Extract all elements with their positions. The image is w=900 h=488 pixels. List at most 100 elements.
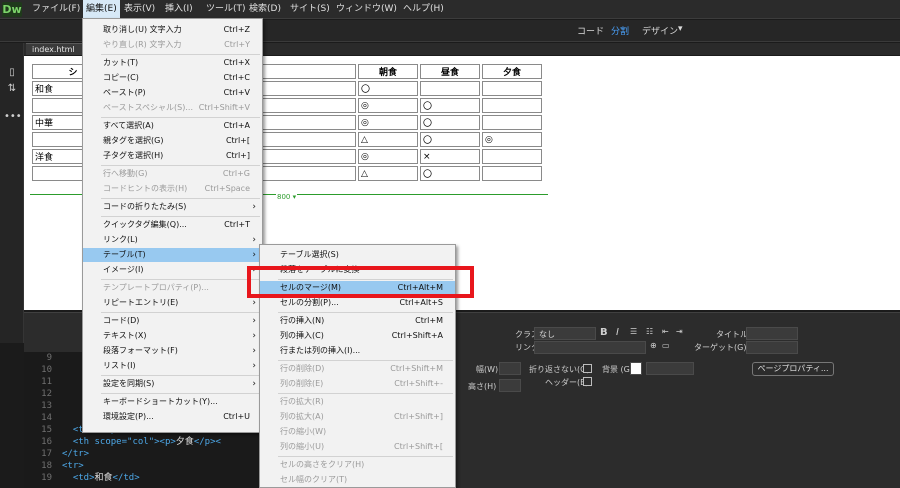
width-field[interactable]: [499, 362, 521, 375]
italic-button[interactable]: I: [616, 327, 619, 338]
height-field[interactable]: [499, 379, 521, 392]
menu-item[interactable]: リピートエントリ(E) ›: [83, 296, 262, 310]
menu-item-label: 行または列の挿入(I)...: [280, 346, 361, 355]
link-field[interactable]: [534, 341, 646, 354]
chevron-right-icon: ›: [252, 298, 256, 308]
menu-item[interactable]: 取り消し(U) 文字入力 Ctrl+Z: [83, 23, 262, 37]
table-cell[interactable]: [420, 81, 480, 96]
table-cell[interactable]: [482, 98, 542, 113]
bold-button[interactable]: B: [600, 327, 608, 338]
background-color-swatch[interactable]: [630, 362, 642, 375]
menu-item-label: クイックタグ編集(Q)...: [103, 220, 187, 229]
menu-file[interactable]: ファイル(F): [29, 0, 83, 19]
menu-item[interactable]: 行の挿入(N) Ctrl+M: [260, 314, 455, 328]
chevron-down-icon[interactable]: ▾: [678, 24, 683, 34]
table-cell[interactable]: 〇: [420, 115, 480, 130]
menu-tools[interactable]: ツール(T): [203, 0, 249, 19]
outdent-icon[interactable]: ⇤: [662, 327, 669, 336]
menu-item: 列の削除(E) Ctrl+Shift+-: [260, 377, 455, 391]
table-cell[interactable]: △: [358, 132, 418, 147]
table-cell[interactable]: ◎: [358, 98, 418, 113]
menu-edit[interactable]: 編集(E): [83, 0, 120, 19]
table-header-cell[interactable]: 昼食: [420, 64, 480, 79]
table-cell[interactable]: [482, 166, 542, 181]
nowrap-checkbox[interactable]: [583, 364, 592, 373]
width-label: 幅(W): [476, 365, 499, 374]
code-view-button[interactable]: コード: [577, 24, 604, 37]
menu-item[interactable]: 親タグを選択(G) Ctrl+[: [83, 134, 262, 148]
file-icon[interactable]: ▯: [4, 67, 20, 78]
table-cell[interactable]: 〇: [420, 132, 480, 147]
chevron-right-icon: ›: [252, 346, 256, 356]
menu-item[interactable]: 列の挿入(C) Ctrl+Shift+A: [260, 329, 455, 343]
menu-item: 行の削除(D) Ctrl+Shift+M: [260, 362, 455, 376]
menu-item[interactable]: コードの折りたたみ(S) ›: [83, 200, 262, 214]
dreamweaver-logo: Dw: [2, 2, 22, 17]
menu-item[interactable]: テキスト(X) ›: [83, 329, 262, 343]
menu-item[interactable]: イメージ(I) ›: [83, 263, 262, 277]
table-cell[interactable]: 〇: [420, 98, 480, 113]
table-cell[interactable]: ×: [420, 149, 480, 164]
menu-window[interactable]: ウィンドウ(W): [333, 0, 400, 19]
split-view-button[interactable]: 分割: [611, 24, 629, 37]
table-cell[interactable]: 〇: [420, 166, 480, 181]
table-cell[interactable]: 〇: [358, 81, 418, 96]
more-icon[interactable]: •••: [4, 111, 22, 122]
table-cell[interactable]: [482, 115, 542, 130]
menu-item-shortcut: Ctrl+Shift+]: [394, 412, 443, 421]
menu-find[interactable]: 検索(D): [246, 0, 284, 19]
menu-item[interactable]: ペースト(P) Ctrl+V: [83, 86, 262, 100]
ordered-list-icon[interactable]: ☷: [646, 327, 653, 336]
class-select[interactable]: なし: [534, 327, 596, 340]
link-target-icon[interactable]: ⊕: [650, 341, 657, 350]
table-cell[interactable]: ◎: [358, 149, 418, 164]
menu-item-label: 列の縮小(U): [280, 442, 325, 451]
menu-item[interactable]: キーボードショートカット(Y)...: [83, 395, 262, 409]
menu-item[interactable]: コピー(C) Ctrl+C: [83, 71, 262, 85]
menu-site[interactable]: サイト(S): [287, 0, 333, 19]
menu-item[interactable]: セルの分割(P)... Ctrl+Alt+S: [260, 296, 455, 310]
menu-item[interactable]: 設定を同期(S) ›: [83, 377, 262, 391]
menu-separator: [278, 456, 453, 457]
table-cell[interactable]: △: [358, 166, 418, 181]
title-field[interactable]: [746, 327, 798, 340]
table-cell[interactable]: ◎: [358, 115, 418, 130]
menu-item[interactable]: すべて選択(A) Ctrl+A: [83, 119, 262, 133]
menu-item[interactable]: 環境設定(P)... Ctrl+U: [83, 410, 262, 424]
menu-item[interactable]: 子タグを選択(H) Ctrl+]: [83, 149, 262, 163]
menu-item[interactable]: コード(D) ›: [83, 314, 262, 328]
height-label: 高さ(H): [468, 382, 497, 391]
table-header-cell[interactable]: 夕食: [482, 64, 542, 79]
menu-item[interactable]: リンク(L) ›: [83, 233, 262, 247]
table-cell[interactable]: [482, 81, 542, 96]
menu-item[interactable]: 行または列の挿入(I)...: [260, 344, 455, 358]
background-label: 背景 (G): [602, 365, 633, 374]
table-header-cell[interactable]: 朝食: [358, 64, 418, 79]
menu-item[interactable]: カット(T) Ctrl+X: [83, 56, 262, 70]
page-properties-button[interactable]: ページプロパティ...: [752, 362, 834, 376]
menu-item-label: 子タグを選択(H): [103, 151, 164, 160]
menu-item[interactable]: リスト(I) ›: [83, 359, 262, 373]
menu-insert[interactable]: 挿入(I): [162, 0, 196, 19]
folder-icon[interactable]: ▭: [662, 341, 670, 350]
indent-icon[interactable]: ⇥: [676, 327, 683, 336]
menu-item[interactable]: テーブル(T) ›: [83, 248, 262, 262]
design-view-button[interactable]: デザイン: [642, 24, 678, 37]
menu-help[interactable]: ヘルプ(H): [400, 0, 447, 19]
menu-item[interactable]: テーブル選択(S): [260, 248, 455, 262]
header-checkbox[interactable]: [583, 377, 592, 386]
class-select-value: なし: [539, 330, 555, 339]
menu-item-shortcut: Ctrl+Shift+[: [394, 442, 443, 451]
menu-view[interactable]: 表示(V): [121, 0, 158, 19]
chevron-right-icon: ›: [252, 331, 256, 341]
sort-icon[interactable]: ⇅: [4, 83, 20, 94]
menu-item-label: テキスト(X): [103, 331, 147, 340]
merge-cells-highlight: [247, 266, 474, 298]
table-cell[interactable]: ◎: [482, 132, 542, 147]
target-select[interactable]: [746, 341, 798, 354]
unordered-list-icon[interactable]: ☰: [630, 327, 637, 336]
menu-item[interactable]: 段落フォーマット(F) ›: [83, 344, 262, 358]
menu-item[interactable]: クイックタグ編集(Q)... Ctrl+T: [83, 218, 262, 232]
table-cell[interactable]: [482, 149, 542, 164]
background-color-field[interactable]: [646, 362, 694, 375]
